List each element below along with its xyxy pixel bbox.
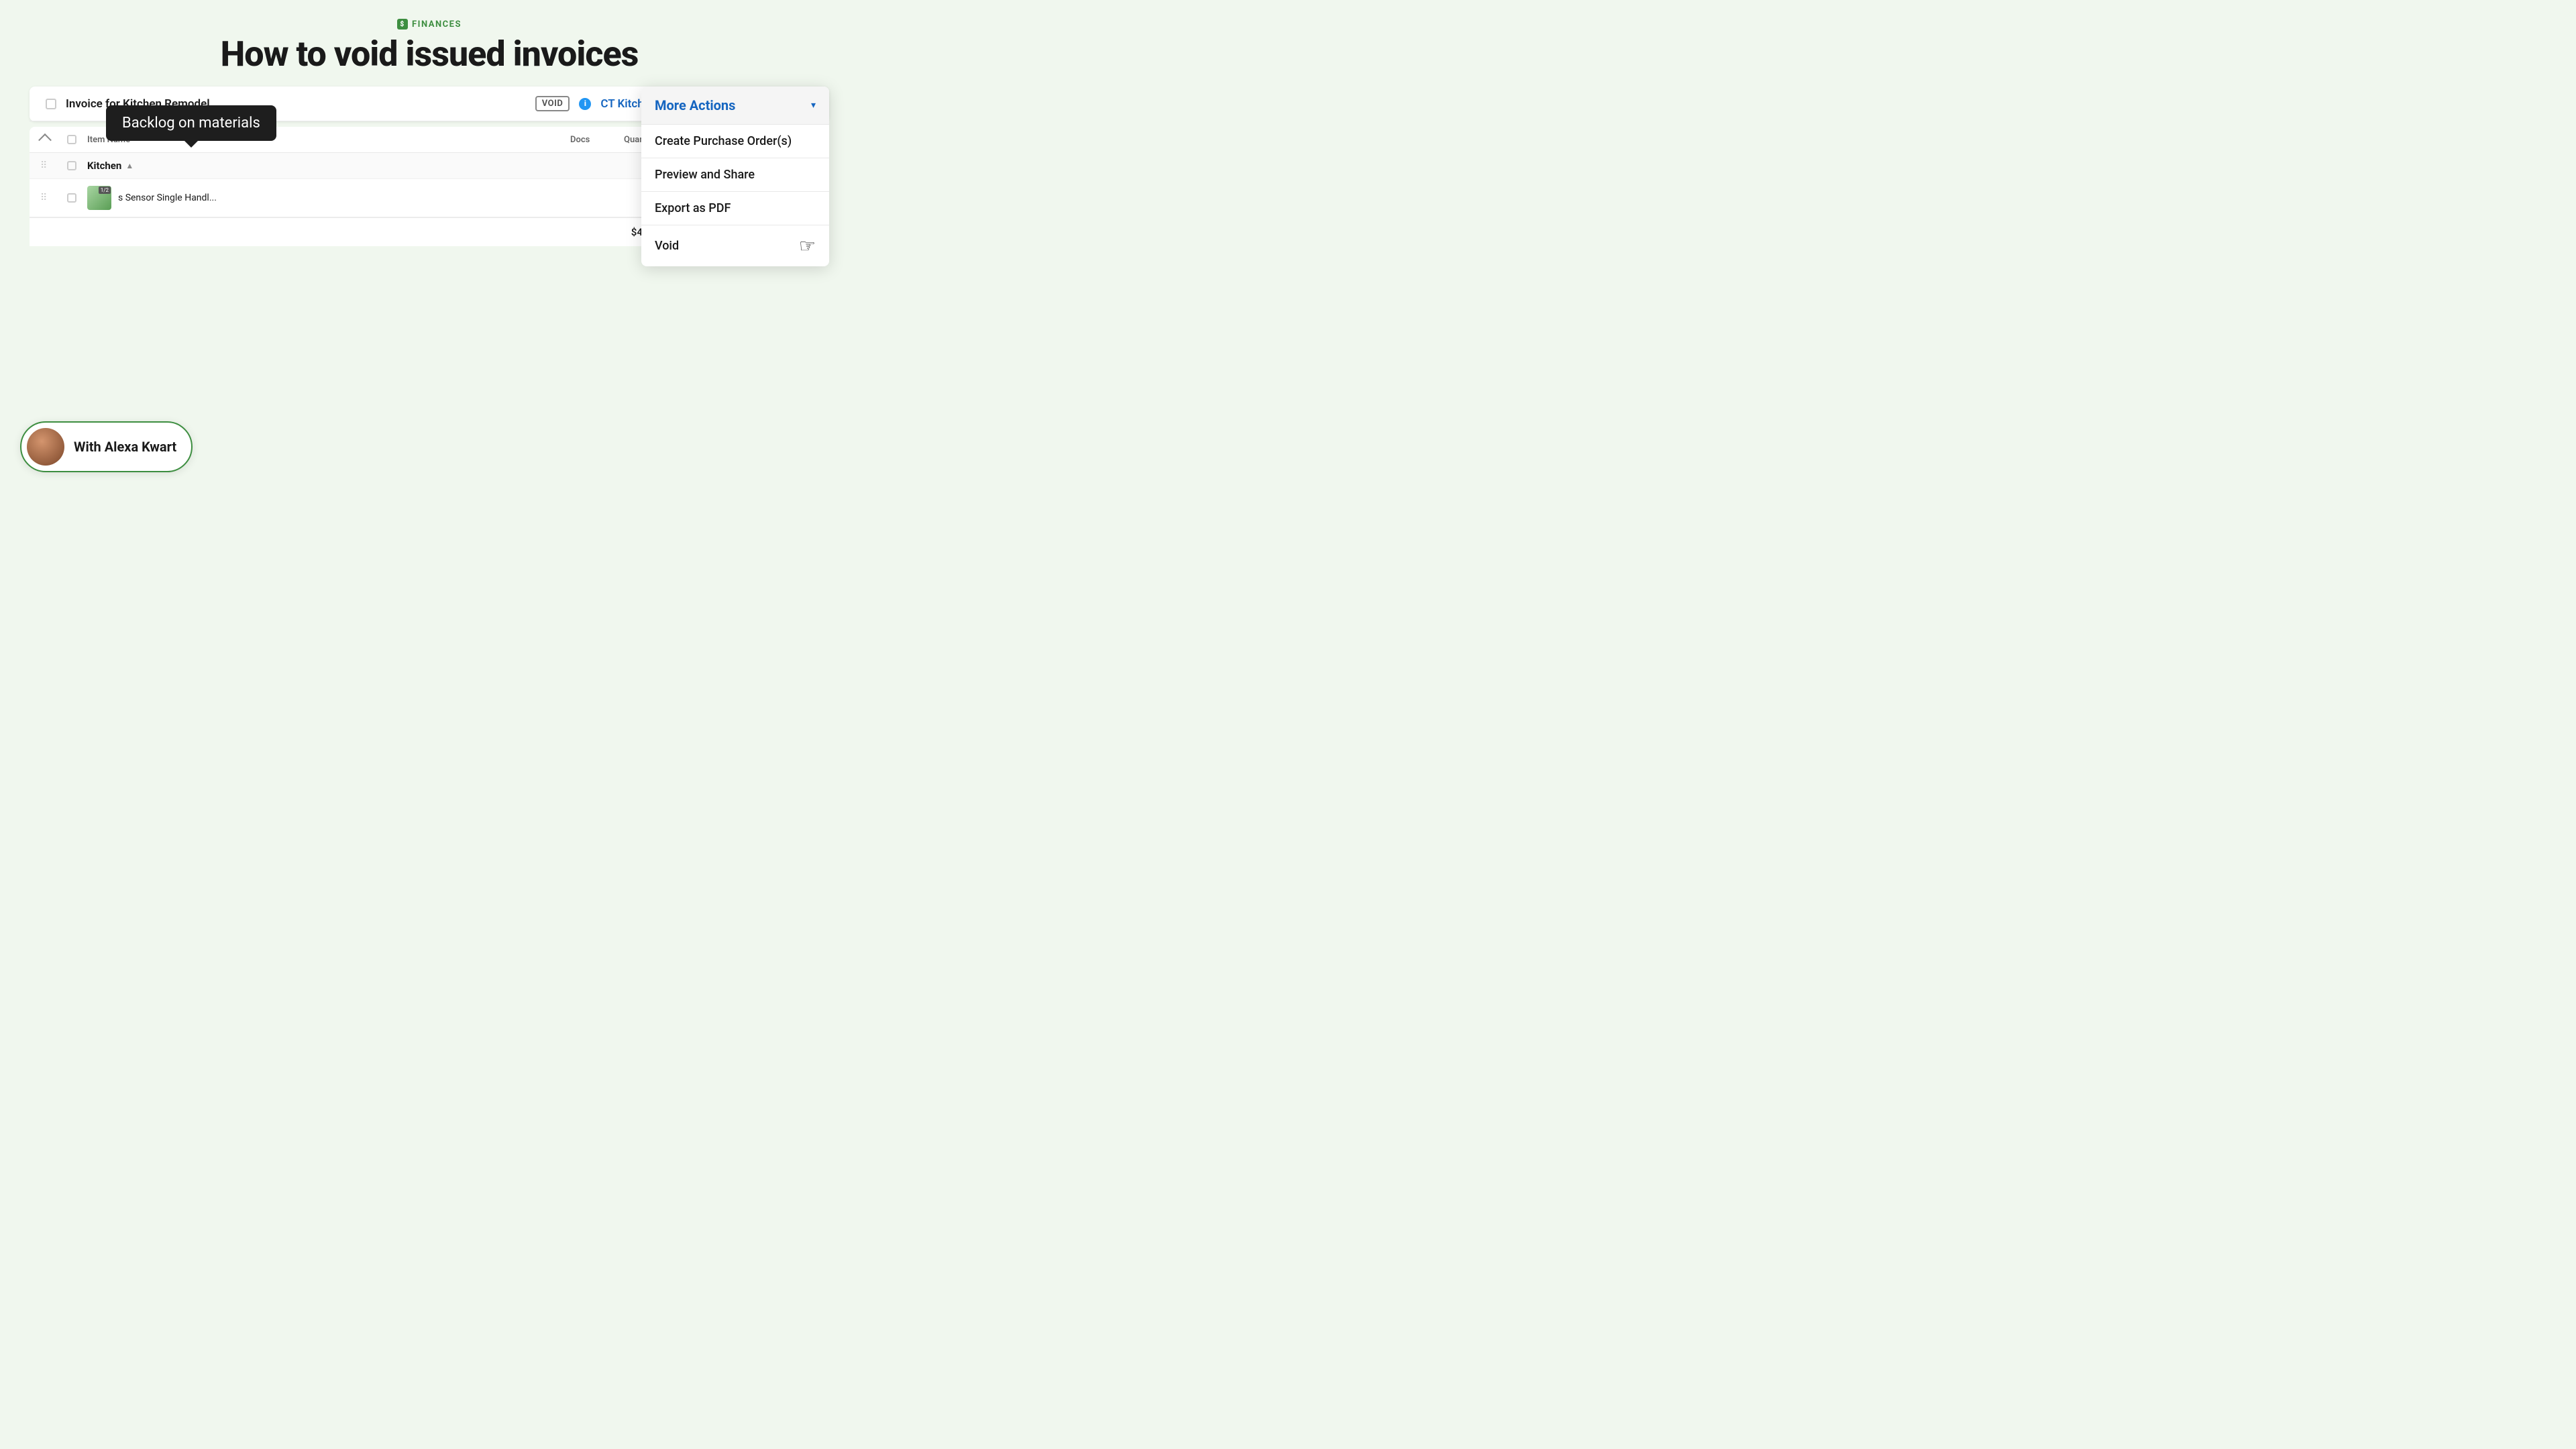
- sort-up-icon: [38, 133, 52, 147]
- more-actions-dropdown: More Actions ▾ Create Purchase Order(s) …: [641, 87, 829, 266]
- category-label: FINANCES: [397, 19, 462, 30]
- wallet-icon: [397, 19, 408, 30]
- void-label: Void: [655, 239, 679, 253]
- dropdown-item-preview-share[interactable]: Preview and Share: [641, 158, 829, 191]
- dropdown-item-create-po[interactable]: Create Purchase Order(s): [641, 124, 829, 158]
- item-name-cell: 1/2 s Sensor Single Handl...: [87, 186, 570, 210]
- invoice-checkbox[interactable]: [46, 99, 56, 109]
- cursor-hand-icon: ☞: [799, 235, 816, 257]
- header-section: FINANCES How to void issued invoices: [0, 0, 859, 73]
- item-thumbnail: 1/2: [87, 186, 111, 210]
- group-checkbox[interactable]: [67, 161, 76, 170]
- info-icon[interactable]: i: [579, 98, 591, 110]
- expand-icon[interactable]: ▲: [125, 161, 133, 170]
- drag-icon: ⠿: [40, 160, 67, 171]
- dropdown-item-void[interactable]: Void ☞: [641, 225, 829, 266]
- avatar: [27, 428, 64, 466]
- page-title: How to void issued invoices: [221, 35, 639, 73]
- more-actions-title: More Actions: [655, 97, 735, 113]
- avatar-face: [27, 428, 64, 466]
- item-name-text: s Sensor Single Handl...: [118, 193, 217, 203]
- presenter-card: With Alexa Kwart: [20, 421, 193, 472]
- item-checkbox[interactable]: [67, 193, 76, 203]
- item-drag-icon: ⠿: [40, 193, 67, 203]
- backlog-tooltip: Backlog on materials: [106, 105, 276, 141]
- void-badge: VOID: [535, 96, 570, 111]
- dropdown-chevron-icon: ▾: [811, 100, 816, 111]
- col-drag: [40, 133, 67, 146]
- thumbnail-badge: 1/2: [99, 186, 111, 194]
- col-docs: Docs: [570, 135, 624, 145]
- header-checkbox[interactable]: [67, 135, 76, 144]
- presenter-name: With Alexa Kwart: [74, 439, 176, 455]
- group-name: Kitchen ▲: [87, 160, 570, 172]
- col-check: [67, 135, 87, 144]
- dropdown-item-export-pdf[interactable]: Export as PDF: [641, 191, 829, 225]
- content-area: Backlog on materials Invoice for Kitchen…: [0, 87, 859, 246]
- more-actions-header[interactable]: More Actions ▾: [641, 87, 829, 124]
